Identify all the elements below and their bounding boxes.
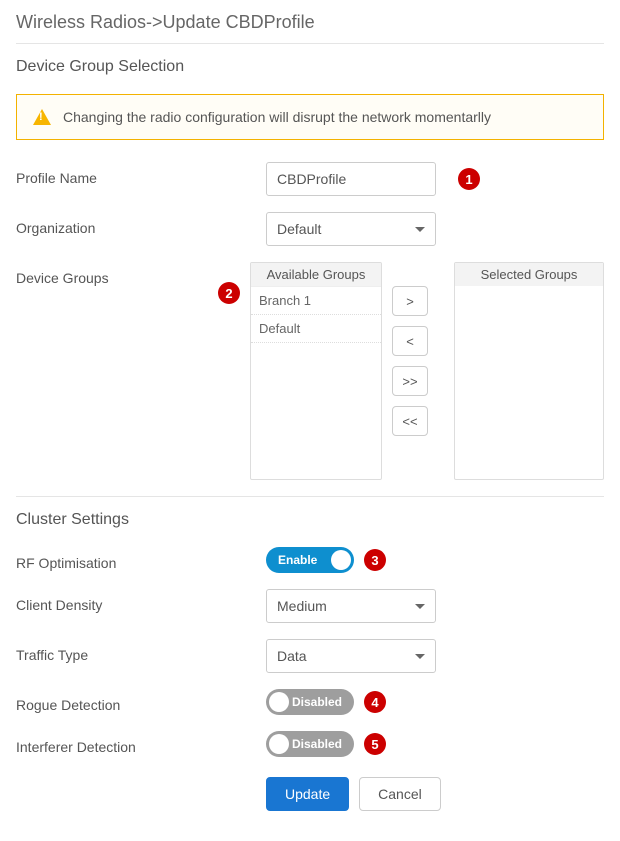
device-groups-label: Device Groups	[16, 262, 250, 286]
callout-5: 5	[364, 733, 386, 755]
selected-groups-header: Selected Groups	[455, 263, 603, 286]
list-item[interactable]: Default	[251, 315, 381, 343]
available-groups-header: Available Groups	[251, 263, 381, 287]
selected-groups-listbox[interactable]: Selected Groups	[454, 262, 604, 480]
breadcrumb: Wireless Radios->Update CBDProfile	[16, 12, 604, 33]
warning-text: Changing the radio configuration will di…	[63, 109, 491, 125]
toggle-text: Enable	[278, 553, 317, 567]
chevron-down-icon	[415, 227, 425, 232]
callout-4: 4	[364, 691, 386, 713]
update-button[interactable]: Update	[266, 777, 349, 811]
list-item[interactable]: Branch 1	[251, 287, 381, 315]
warning-banner: Changing the radio configuration will di…	[16, 94, 604, 140]
profile-name-input[interactable]	[266, 162, 436, 196]
move-all-left-button[interactable]: <<	[392, 406, 428, 436]
divider	[16, 43, 604, 44]
organization-select[interactable]: Default	[266, 212, 436, 246]
rf-optimisation-label: RF Optimisation	[16, 547, 266, 571]
move-all-right-button[interactable]: >>	[392, 366, 428, 396]
section-title-device-group: Device Group Selection	[16, 58, 604, 76]
cancel-button[interactable]: Cancel	[359, 777, 441, 811]
rogue-detection-label: Rogue Detection	[16, 689, 266, 713]
client-density-value: Medium	[277, 598, 327, 614]
client-density-label: Client Density	[16, 589, 266, 613]
toggle-text: Disabled	[292, 737, 342, 751]
callout-1: 1	[458, 168, 480, 190]
chevron-down-icon	[415, 654, 425, 659]
profile-name-label: Profile Name	[16, 162, 266, 186]
callout-2: 2	[218, 282, 240, 304]
callout-3: 3	[364, 549, 386, 571]
organization-label: Organization	[16, 212, 266, 236]
move-right-button[interactable]: >	[392, 286, 428, 316]
rogue-detection-toggle[interactable]: Disabled	[266, 689, 354, 715]
client-density-select[interactable]: Medium	[266, 589, 436, 623]
traffic-type-value: Data	[277, 648, 307, 664]
available-groups-listbox[interactable]: Available Groups Branch 1 Default	[250, 262, 382, 480]
interferer-detection-toggle[interactable]: Disabled	[266, 731, 354, 757]
divider	[16, 496, 604, 497]
traffic-type-label: Traffic Type	[16, 639, 266, 663]
warning-icon	[33, 109, 51, 125]
rf-optimisation-toggle[interactable]: Enable	[266, 547, 354, 573]
move-left-button[interactable]: <	[392, 326, 428, 356]
organization-value: Default	[277, 221, 321, 237]
section-title-cluster-settings: Cluster Settings	[16, 511, 604, 529]
traffic-type-select[interactable]: Data	[266, 639, 436, 673]
interferer-detection-label: Interferer Detection	[16, 731, 266, 755]
toggle-text: Disabled	[292, 695, 342, 709]
chevron-down-icon	[415, 604, 425, 609]
